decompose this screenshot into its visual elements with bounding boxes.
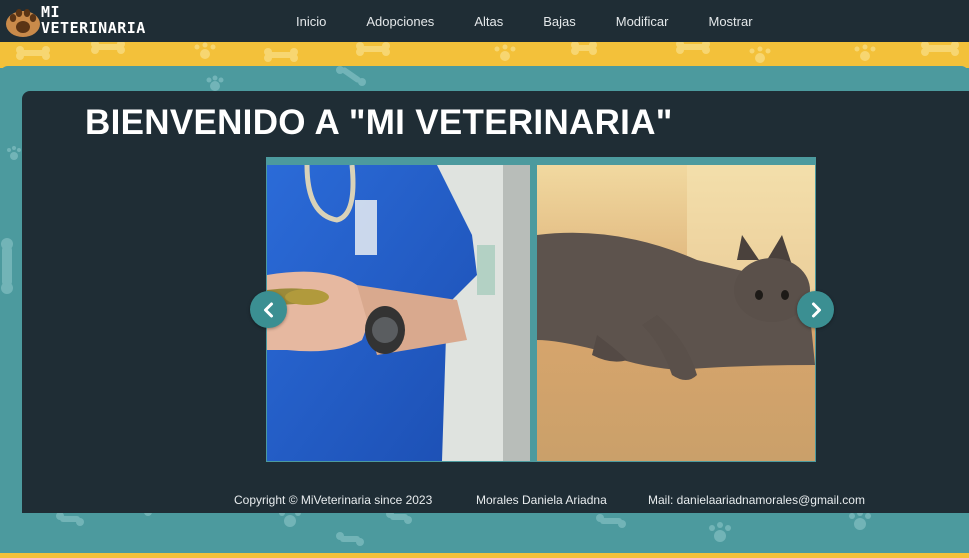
nav-link-altas[interactable]: Altas bbox=[474, 14, 503, 29]
bottom-band bbox=[0, 553, 969, 558]
image-carousel[interactable] bbox=[266, 157, 816, 462]
decorative-band bbox=[0, 42, 969, 68]
nav-link-modificar[interactable]: Modificar bbox=[616, 14, 669, 29]
carousel-prev-button[interactable] bbox=[250, 291, 287, 328]
chevron-right-icon bbox=[811, 302, 821, 317]
paw-pattern-decoration bbox=[16, 42, 959, 63]
main-panel: BIENVENIDO A "MI VETERINARIA" Copyright … bbox=[22, 91, 969, 513]
chevron-left-icon bbox=[263, 302, 273, 317]
footer-mail[interactable]: Mail: danielaariadnamorales@gmail.com bbox=[648, 493, 865, 507]
footer-copyright: Copyright © MiVeterinaria since 2023 bbox=[234, 493, 433, 507]
logo-line-1: MI bbox=[41, 3, 61, 21]
nav-link-bajas[interactable]: Bajas bbox=[543, 14, 576, 29]
carousel-slide-cat bbox=[537, 165, 815, 461]
nav-link-inicio[interactable]: Inicio bbox=[296, 14, 326, 29]
gray-cat-lying-photo bbox=[537, 165, 815, 461]
paw-icon bbox=[6, 9, 40, 37]
page-title: BIENVENIDO A "MI VETERINARIA" bbox=[85, 103, 673, 142]
nav-menu: Inicio Adopciones Altas Bajas Modificar … bbox=[296, 0, 793, 42]
nav-link-adopciones[interactable]: Adopciones bbox=[366, 14, 434, 29]
logo[interactable]: MI VETERINARIA bbox=[4, 2, 154, 40]
logo-line-2: VETERINARIA bbox=[41, 19, 146, 37]
vet-holding-lizard-photo bbox=[267, 165, 530, 461]
navbar: MI VETERINARIA Inicio Adopciones Altas B… bbox=[0, 0, 969, 42]
carousel-next-button[interactable] bbox=[797, 291, 834, 328]
footer-author: Morales Daniela Ariadna bbox=[476, 493, 607, 507]
nav-link-mostrar[interactable]: Mostrar bbox=[709, 14, 753, 29]
carousel-slide-vet bbox=[267, 165, 530, 461]
